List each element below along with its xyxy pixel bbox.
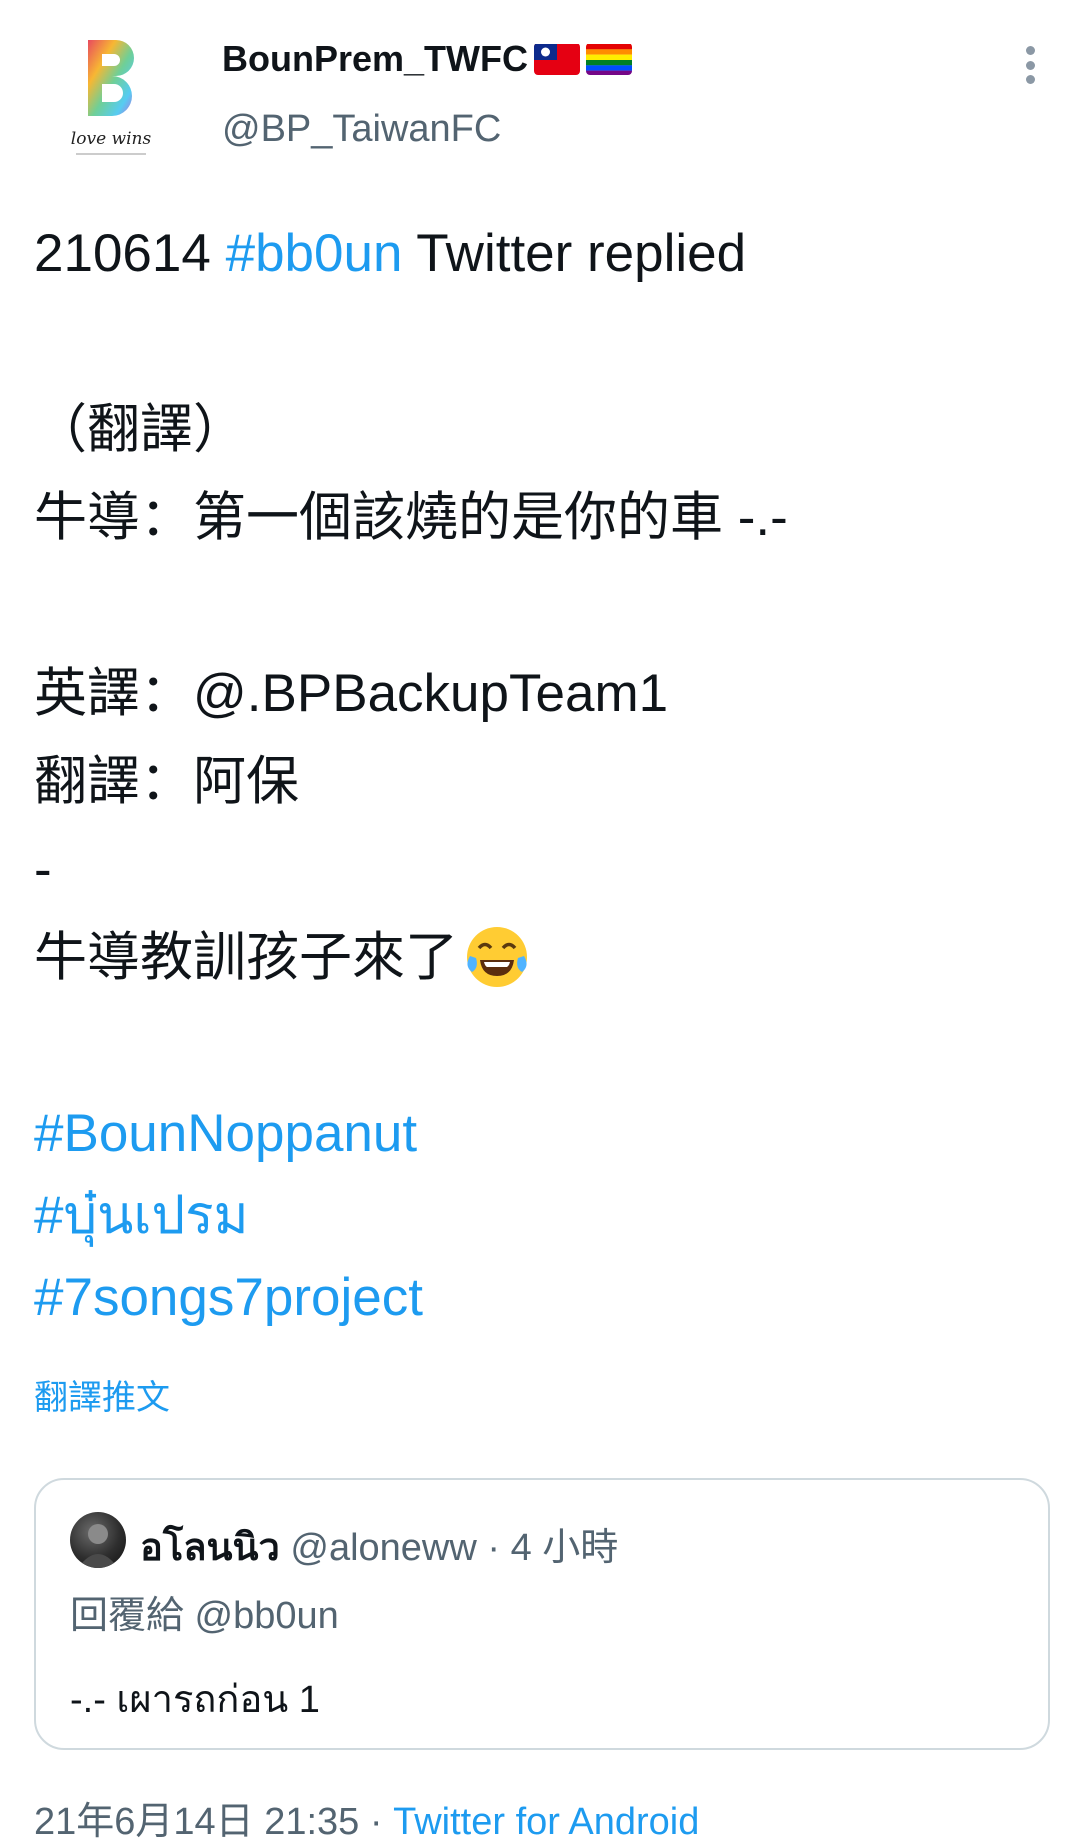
footer-separator: · <box>359 1801 394 1840</box>
quote-separator: · <box>476 1527 511 1569</box>
tweet-line-5: 翻譯：阿保 <box>34 752 299 811</box>
rainbow-flag-icon <box>586 43 632 75</box>
tweet-line-7-text: 牛導教訓孩子來了 <box>34 928 458 987</box>
hashtag-link[interactable]: #bb0un <box>226 224 403 283</box>
tweet-line-7: 牛導教訓孩子來了 <box>34 914 1054 1002</box>
tweet-line-4: 英譯：@.BPBackupTeam1 <box>34 664 669 723</box>
more-options-icon[interactable] <box>1010 40 1050 90</box>
quote-text: -.- เผารถก่อน 1 <box>70 1679 320 1721</box>
avatar-text: love wins <box>71 129 152 149</box>
tweet-detail-page: love wins BounPrem_TWFC @BP_TaiwanFC 210… <box>0 0 1080 1840</box>
quote-time: 4 小時 <box>510 1527 619 1569</box>
tweet-line-3: 牛導：第一個該燒的是你的車 -.- <box>34 488 788 547</box>
quoted-tweet-card[interactable]: อโลนนิว @aloneww · 4 小時 回覆給 @bb0un -.- เ… <box>34 1478 1050 1750</box>
love-wins-logo: love wins <box>71 40 152 155</box>
quote-reply-to: 回覆給 @bb0un <box>70 1595 339 1637</box>
quote-author-name: อโลนนิว <box>140 1527 280 1569</box>
author-handle[interactable]: @BP_TaiwanFC <box>222 108 501 151</box>
tweet-line-1: 210614 #bb0un Twitter replied <box>34 210 1054 298</box>
tweet-line-1-text: Twitter replied <box>402 224 747 283</box>
hashtag-link[interactable]: #7songs7project <box>34 1254 1054 1342</box>
tweet-line-2: （翻譯） <box>34 400 246 459</box>
author-avatar[interactable]: love wins <box>36 22 186 172</box>
translate-tweet-link[interactable]: 翻譯推文 <box>34 1370 170 1419</box>
hashtag-link[interactable]: #บุ๋นเปรม <box>34 1178 1054 1254</box>
tears-of-joy-emoji-icon <box>462 922 532 992</box>
quote-header: อโลนนิว @aloneww · 4 小時 <box>140 1516 618 1577</box>
tweet-source-link[interactable]: Twitter for Android <box>393 1801 699 1840</box>
quote-author-avatar <box>70 1512 126 1568</box>
hashtag-link[interactable]: #BounNoppanut <box>34 1090 1054 1178</box>
author-display-name[interactable]: BounPrem_TWFC <box>222 38 632 80</box>
display-name-text: BounPrem_TWFC <box>222 38 528 79</box>
quote-author-handle: @aloneww <box>290 1527 477 1569</box>
tweet-text: 210614 #bb0un Twitter replied （翻譯） 牛導：第一… <box>34 210 1054 1342</box>
tweet-line-6: - <box>34 840 52 899</box>
tweet-date: 210614 <box>34 224 226 283</box>
tweet-timestamp: 21年6月14日 21:35 · Twitter for Android <box>34 1790 699 1840</box>
tweet-datetime: 21年6月14日 21:35 <box>34 1801 360 1840</box>
taiwan-flag-icon <box>534 43 580 75</box>
